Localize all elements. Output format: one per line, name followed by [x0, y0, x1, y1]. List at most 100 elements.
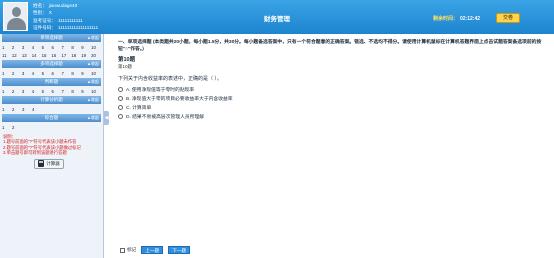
question-number-link[interactable]: 8: [71, 89, 81, 94]
option-d[interactable]: D. 结果不易被高层次管理人员所理解: [118, 112, 546, 121]
section-header: 计算分析题 ▲收起: [2, 96, 101, 104]
question-number-link[interactable]: 16: [52, 53, 62, 58]
timer-label: 剩余时间：: [433, 16, 459, 22]
mark-checkbox[interactable]: [120, 247, 125, 253]
info-label: 证件号码：: [33, 24, 56, 30]
collapse-toggle[interactable]: ▲收起: [87, 60, 99, 68]
question-number-link[interactable]: 8: [71, 45, 81, 50]
calculator-button[interactable]: 计算器: [34, 158, 64, 169]
next-question-button[interactable]: 下一题: [168, 246, 191, 254]
question-number-link[interactable]: 17: [61, 53, 71, 58]
question-number-link[interactable]: 10: [91, 71, 101, 76]
question-number-link[interactable]: 4: [32, 89, 42, 94]
question-number-link[interactable]: 4: [32, 45, 42, 50]
question-number-link[interactable]: 10: [91, 89, 101, 94]
info-id-number: 证件号码： 111111111111111111: [31, 24, 98, 31]
question-number-link[interactable]: 6: [52, 45, 62, 50]
question-number-grid: 1 2 3 4 5 6 7 8 9 10: [2, 68, 101, 78]
legend-notes: 说明： 1.题号前面的"?"符号代表该小题未作答 2.题号前面的"?"符号代表该…: [3, 134, 100, 156]
question-number-link[interactable]: 14: [32, 53, 42, 58]
question-number-link[interactable]: 3: [22, 71, 32, 76]
question-number-link[interactable]: 3: [22, 89, 32, 94]
question-navigator: 单项选择题 ▲收起 1 2 3 4 5 6 7 8 9 10 11 12 13 14 15 16 17 18 19 20 多…: [0, 34, 104, 258]
answer-options: A. 使用净现值等于零时的贴现率 B. 净现值大于零的项目必要收益率大于内含收益…: [118, 85, 546, 121]
collapse-toggle[interactable]: ▲收起: [87, 114, 99, 122]
section-title: 多项选择题: [40, 61, 63, 66]
collapse-toggle[interactable]: ▲收起: [87, 34, 99, 42]
submit-exam-button[interactable]: 交卷: [496, 13, 520, 23]
question-number-link[interactable]: 10: [91, 45, 101, 50]
question-number-link[interactable]: 4: [32, 71, 42, 76]
question-number-grid: 1234: [2, 104, 101, 114]
question-number-link[interactable]: 6: [52, 71, 62, 76]
question-number-grid: 12: [2, 122, 101, 132]
question-number-row: 12: [2, 123, 101, 131]
prev-question-button[interactable]: 上一题: [141, 246, 164, 254]
question-number-link[interactable]: 18: [71, 53, 81, 58]
option-b[interactable]: B. 净现值大于零的项目必要收益率大于内含收益率: [118, 94, 546, 103]
question-number-link[interactable]: 2: [12, 125, 22, 130]
radio-button[interactable]: [118, 96, 123, 101]
question-number-link[interactable]: 9: [81, 71, 91, 76]
option-label: C. 计算简单: [126, 106, 152, 111]
radio-button[interactable]: [118, 105, 123, 110]
section-title: 单项选择题: [40, 35, 63, 40]
question-number-link[interactable]: 1: [2, 125, 12, 130]
option-label: D. 结果不易被高层次管理人员所理解: [126, 115, 205, 120]
question-number-link[interactable]: 7: [61, 45, 71, 50]
section-instruction: 一、单项选择题 (本类题共20小题，每小题1.5分，共30分。每小题备选答案中，…: [118, 40, 546, 53]
question-number-link[interactable]: 4: [32, 107, 42, 112]
question-footer: 标记 上一题 下一题: [120, 246, 191, 254]
section-title: 判断题: [44, 79, 59, 84]
timer-value: 02:12:42: [460, 16, 481, 22]
info-label: 姓名：: [33, 3, 47, 8]
question-number-link[interactable]: 1: [2, 71, 12, 76]
question-number-link[interactable]: 2: [12, 71, 22, 76]
question-number-link[interactable]: 15: [42, 53, 52, 58]
question-number-link[interactable]: 5: [42, 45, 52, 50]
question-number-link[interactable]: 2: [12, 107, 22, 112]
question-number-link[interactable]: 1: [2, 45, 12, 50]
question-number-link[interactable]: 19: [81, 53, 91, 58]
section-header: 判断题 ▲收起: [2, 78, 101, 86]
collapse-toggle[interactable]: ▲收起: [87, 78, 99, 86]
question-number-link[interactable]: 2: [12, 45, 22, 50]
radio-button[interactable]: [118, 87, 123, 92]
question-number-link[interactable]: 2: [12, 89, 22, 94]
question-number: 第10题: [118, 57, 136, 63]
option-c[interactable]: C. 计算简单: [118, 103, 546, 112]
question-number-link[interactable]: 9: [81, 89, 91, 94]
question-number-link[interactable]: 6: [52, 89, 62, 94]
question-number-row: 1 2 3 4 5 6 7 8 9 10: [2, 43, 101, 51]
calculator-label: 计算器: [46, 160, 60, 166]
question-number-link[interactable]: 3: [22, 45, 32, 50]
question-stem: 下列关于内含收益率的表述中，正确的是（ ）。: [118, 76, 222, 82]
question-number-link[interactable]: 20: [91, 53, 101, 58]
question-number-link[interactable]: 3: [22, 107, 32, 112]
collapse-toggle[interactable]: ▲收起: [87, 96, 99, 104]
question-number-link[interactable]: 11: [2, 53, 12, 58]
question-number-link[interactable]: 1: [2, 89, 12, 94]
option-a[interactable]: A. 使用净现值等于零时的贴现率: [118, 85, 546, 94]
question-number-link[interactable]: 1: [2, 107, 12, 112]
question-number-link[interactable]: 5: [42, 89, 52, 94]
question-number-link[interactable]: 9: [81, 45, 91, 50]
question-number-link[interactable]: 7: [61, 89, 71, 94]
question-number-link[interactable]: 8: [71, 71, 81, 76]
option-label: B. 净现值大于零的项目必要收益率大于内含收益率: [126, 97, 233, 102]
question-number-grid: 1 2 3 4 5 6 7 8 9 10: [2, 86, 101, 96]
question-number-link[interactable]: 5: [42, 71, 52, 76]
question-number-grid: 1 2 3 4 5 6 7 8 9 10 11 12 13 14 15 16 17 18 19 20: [2, 42, 101, 60]
question-number-row: 1 2 3 4 5 6 7 8 9 10: [2, 87, 101, 95]
question-number-link[interactable]: 13: [22, 53, 32, 58]
question-number-row: 1234: [2, 105, 101, 113]
question-number-row: 11 12 13 14 15 16 17 18 19 20: [2, 51, 101, 59]
info-name: 姓名： jiaowudage40: [31, 2, 98, 9]
question-panel: 一、单项选择题 (本类题共20小题，每小题1.5分，共30分。每小题备选答案中，…: [110, 34, 554, 258]
radio-button[interactable]: [118, 114, 123, 119]
question-sub-number: 第10题: [118, 64, 133, 69]
question-number-link[interactable]: 7: [61, 71, 71, 76]
section-header: 多项选择题 ▲收起: [2, 60, 101, 68]
question-number-link[interactable]: 12: [12, 53, 22, 58]
sidebar-toggle-icon[interactable]: ◀: [104, 111, 109, 125]
